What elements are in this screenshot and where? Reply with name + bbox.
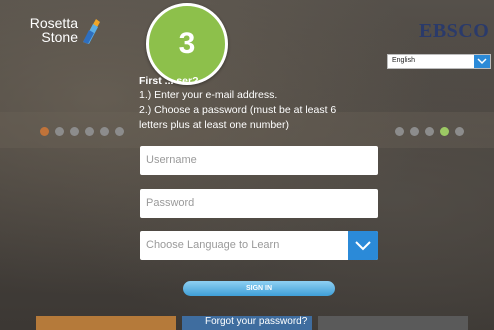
chevron-down-icon[interactable]: [348, 231, 378, 260]
username-field[interactable]: Username: [140, 146, 378, 175]
brand-text: Rosetta Stone: [18, 16, 78, 44]
chevron-down-icon[interactable]: [474, 55, 490, 68]
step-badge: 3: [146, 3, 228, 85]
blurred-dot: [115, 127, 124, 136]
sign-in-button[interactable]: SIGN IN: [183, 281, 335, 296]
learn-language-select[interactable]: Choose Language to Learn: [140, 231, 378, 260]
blurred-dot: [410, 127, 419, 136]
forgot-password-link[interactable]: Forgot your password?: [205, 316, 307, 327]
blurred-dot: [55, 127, 64, 136]
blurred-dot: [440, 127, 449, 136]
blurred-dot: [70, 127, 79, 136]
instructions-line2: 2.) Choose a password (must be at least …: [139, 104, 337, 116]
learn-language-placeholder: Choose Language to Learn: [146, 239, 280, 251]
instructions-line3: letters plus at least one number): [139, 119, 289, 131]
blurred-thumbnail: [318, 316, 468, 330]
blurred-dot: [425, 127, 434, 136]
blurred-dot: [40, 127, 49, 136]
interface-language-value: English: [392, 57, 415, 64]
brand-line1: Rosetta: [29, 15, 78, 31]
brand-line2: Stone: [41, 29, 78, 45]
instructions-line1: 1.) Enter your e-mail address.: [139, 89, 278, 101]
interface-language-select[interactable]: English: [387, 54, 491, 69]
rosetta-stone-logo: Rosetta Stone: [18, 16, 108, 56]
username-placeholder: Username: [146, 154, 197, 166]
blurred-dot: [455, 127, 464, 136]
blurred-dot: [100, 127, 109, 136]
blurred-dot: [85, 127, 94, 136]
password-placeholder: Password: [146, 197, 195, 209]
password-field[interactable]: Password: [140, 189, 378, 218]
rosetta-stone-logo-icon: [80, 18, 102, 51]
blurred-thumbnail: [36, 316, 176, 330]
ebsco-logo: EBSCO: [419, 20, 490, 42]
instructions-title: First ... ser?: [139, 75, 199, 87]
blurred-dot: [395, 127, 404, 136]
